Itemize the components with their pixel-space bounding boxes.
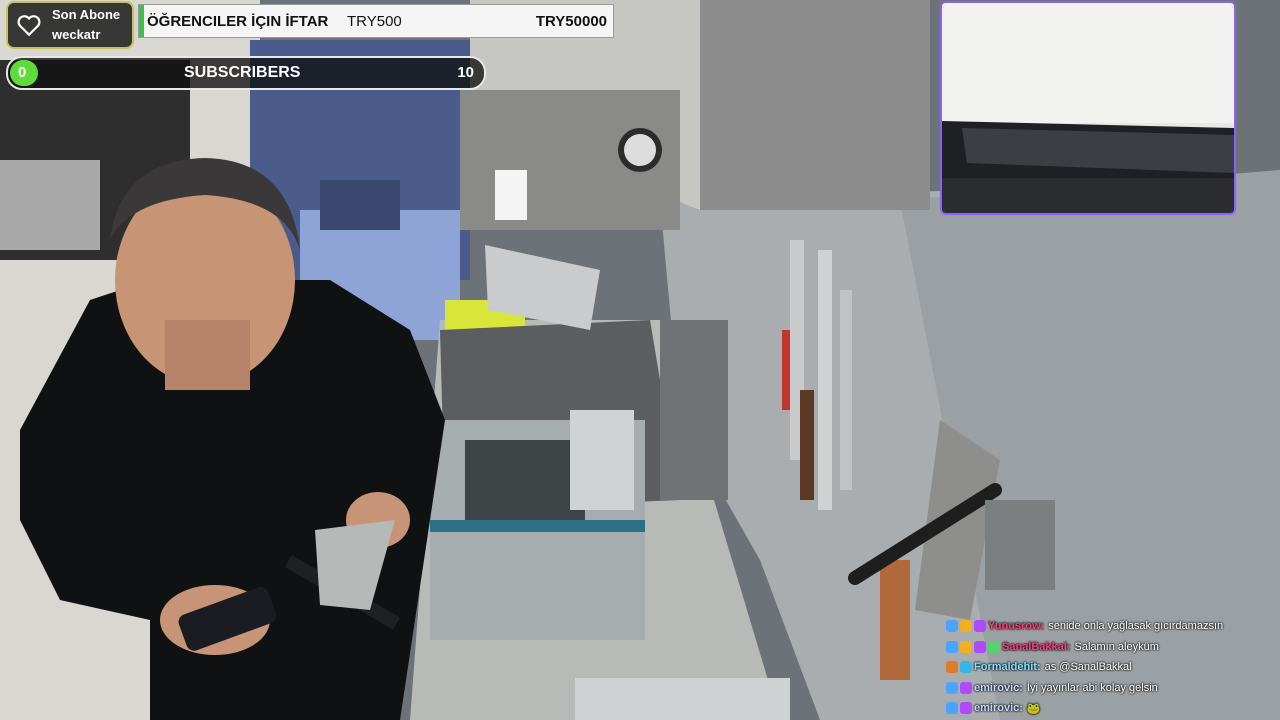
chat-overlay: Yunusrow: senide onla yağlasak gıcırdamaz… [946, 616, 1276, 719]
sword-badge-icon [946, 681, 958, 694]
webcam-feed [942, 3, 1234, 213]
last-subscriber-name: weckatr [52, 27, 101, 42]
heart-icon [17, 15, 41, 37]
chat-username[interactable]: SanalBakkal: [1002, 641, 1070, 653]
donation-goal-target: TRY50000 [535, 13, 607, 30]
subscriber-goal-bar: 0 SUBSCRIBERS 10 [6, 56, 486, 90]
sub-badge-icon [974, 620, 986, 633]
chat-message-text: senide onla yağlasak gıcırdamazsın [1048, 620, 1224, 633]
sub-badge-icon [974, 640, 986, 653]
chat-message: Formaldehit: as @SanalBakkal [946, 657, 1276, 678]
chat-message: Yunusrow: senide onla yağlasak gıcırdamaz… [946, 616, 1276, 637]
chat-message: emirovic: İyi yayınlar abi kolay gelsin [946, 678, 1276, 699]
chat-message-text: İyi yayınlar abi kolay gelsin [1026, 681, 1158, 694]
chat-username[interactable]: emirovic: [974, 682, 1023, 694]
chat-message: emirovic: 🐸 [946, 698, 1276, 719]
bits-badge-icon [960, 640, 972, 653]
last-subscriber-panel: Son Abone weckatr [6, 1, 134, 49]
mod-badge-icon [946, 661, 958, 674]
subscriber-goal-label: SUBSCRIBERS [184, 64, 301, 81]
sub-badge-icon [960, 681, 972, 694]
chat-message: SanalBakkal: Salamın aleyküm [946, 637, 1276, 658]
sub-badge-icon [960, 702, 972, 715]
chat-message-text: 🐸 [1026, 702, 1041, 715]
sword-badge-icon [946, 640, 958, 653]
last-subscriber-title: Son Abone [52, 7, 121, 22]
prime-badge-icon [960, 661, 972, 674]
sword-badge-icon [946, 620, 958, 633]
bits-badge-icon [960, 620, 972, 633]
donation-goal-title: ÖĞRENCILER İÇIN İFTAR [147, 13, 329, 30]
donation-goal-current: TRY500 [347, 13, 402, 30]
subscriber-goal-target: 10 [457, 64, 474, 81]
gift-badge-icon [988, 640, 1000, 653]
donation-goal-bar: ÖĞRENCILER İÇIN İFTAR TRY500 TRY50000 [138, 4, 614, 38]
chat-username[interactable]: emirovic: [974, 702, 1023, 714]
donation-goal-progress-fill [139, 5, 144, 37]
chat-username[interactable]: Yunusrow: [988, 620, 1044, 632]
subscriber-goal-current: 0 [18, 64, 27, 81]
chat-message-text: as @SanalBakkal [1044, 661, 1132, 674]
chat-message-text: Salamın aleyküm [1074, 640, 1159, 653]
sword-badge-icon [946, 702, 958, 715]
chat-username[interactable]: Formaldehit: [974, 661, 1041, 673]
webcam-inset [940, 1, 1236, 215]
